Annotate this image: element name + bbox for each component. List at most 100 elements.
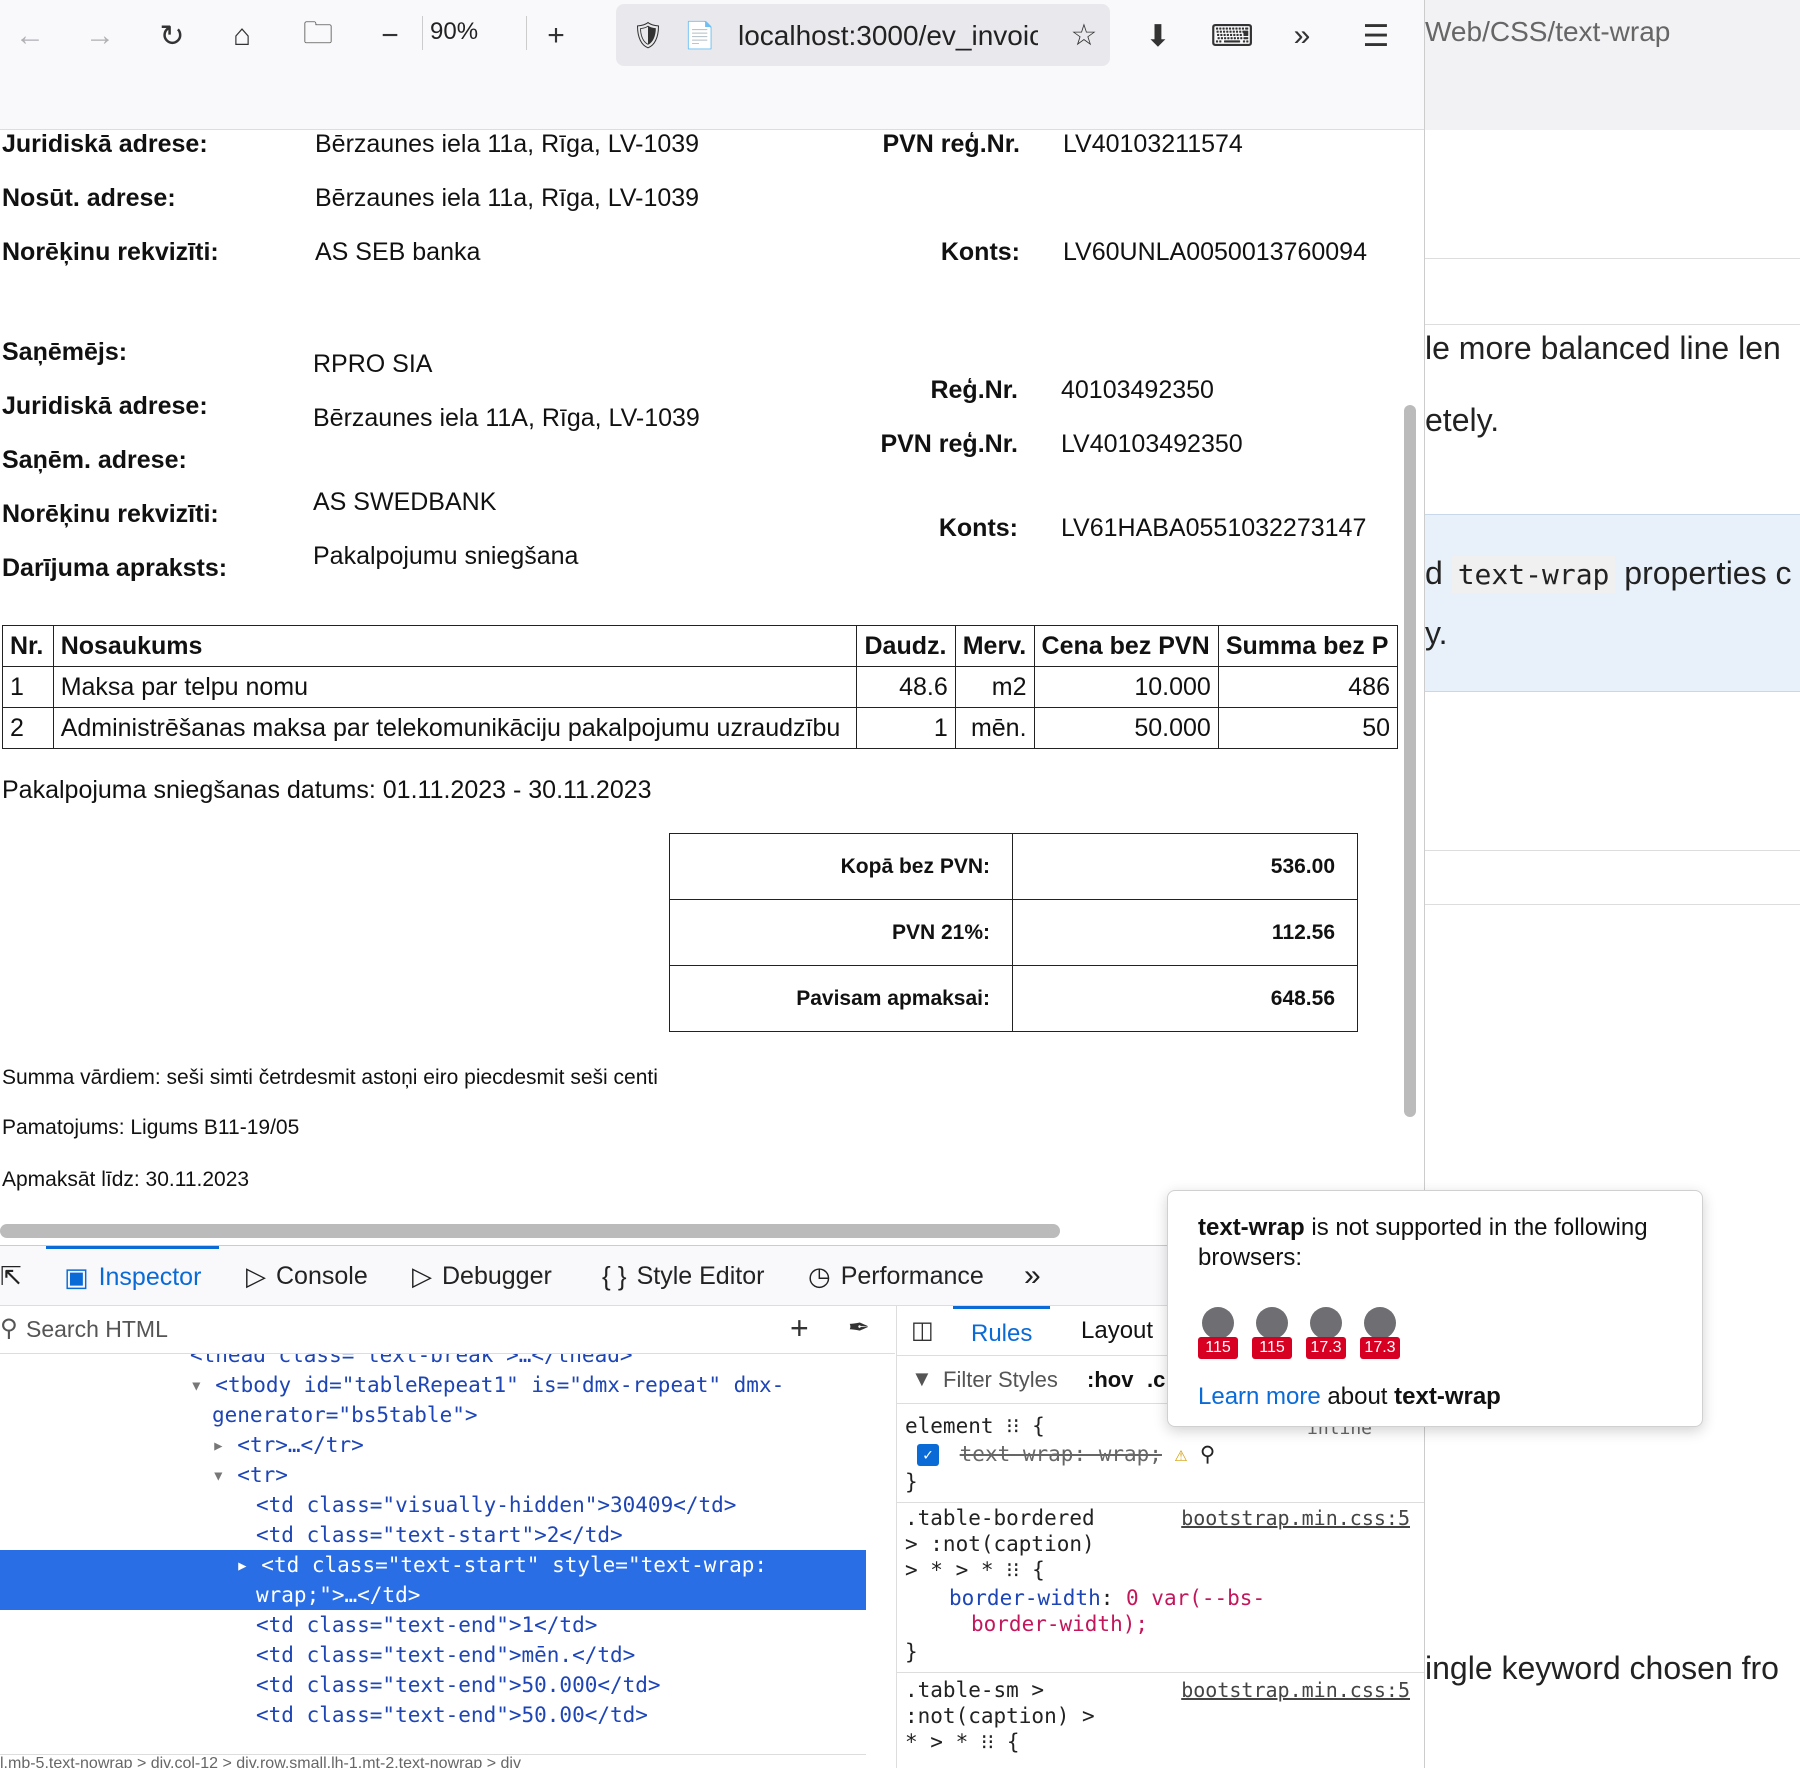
sender-legal-address-label: Juridiskā adrese: [2, 130, 208, 158]
totals-table: Kopā bez PVN: 536.00 PVN 21%: 112.56 Pav… [669, 833, 1358, 1032]
doc-note-line: d text-wrap properties c [1425, 555, 1791, 593]
rule2-decl: border-width: 0 var(--bs- [949, 1586, 1266, 1610]
more-tabs-icon[interactable]: » [1024, 1246, 1041, 1306]
zoom-level[interactable]: 90% [430, 18, 478, 46]
markup-node-td-selected[interactable]: ▸ <td class="text-start" style="text-wra… [0, 1550, 866, 1610]
rule-element-decl: ✓ text-wrap: wrap; ⚠ ⚲ [917, 1442, 1215, 1466]
zoom-in-button[interactable]: + [534, 14, 578, 58]
bookmark-star-icon[interactable]: ☆ [1064, 13, 1104, 57]
doc-note-line-2: y. [1425, 615, 1448, 651]
sender-ship-address-label: Nosūt. adrese: [2, 184, 176, 212]
tab-performance[interactable]: ◷ Performance [808, 1246, 984, 1306]
home-button[interactable]: ⌂ [220, 14, 264, 58]
markup-breadcrumbs[interactable]: l.mb-5.text-nowrap > div.col-12 > div.ro… [0, 1754, 866, 1768]
sidebar-toggle-icon[interactable]: ◫ [911, 1316, 934, 1345]
rule3-selector: .table-sm > [905, 1678, 1045, 1702]
markup-node-tbody[interactable]: ▾ <tbody id="tableRepeat1" is="dmx-repea… [0, 1370, 866, 1400]
basis: Pamatojums: Ligums B11-19/05 [2, 1116, 300, 1139]
cell-qty: 48.6 [856, 666, 956, 708]
sender-account-label: Konts: [940, 238, 1020, 266]
menu-button[interactable]: ☰ [1354, 14, 1398, 58]
lightbulb-icon[interactable]: ⚲ [1200, 1442, 1215, 1466]
filter-styles-input[interactable]: Filter Styles [943, 1367, 1058, 1393]
compatibility-tooltip: text-wrap is not supported in the follow… [1167, 1190, 1703, 1427]
tooltip-prop: text-wrap [1198, 1214, 1305, 1241]
safari-ios-icon: 17.3 [1360, 1307, 1400, 1361]
learn-more-link[interactable]: Learn more [1198, 1383, 1321, 1410]
url-bar[interactable]: 🛡 📄 localhost:3000/ev_invoic ☆ [616, 4, 1110, 66]
filter-icon: ▼ [911, 1366, 933, 1391]
markup-node-td[interactable]: <td class="text-start">2</td> [0, 1520, 866, 1550]
markup-node-tr[interactable]: ▸ <tr>…</tr> [0, 1430, 866, 1460]
total-value: 536.00 [1012, 833, 1358, 900]
markup-node-tr-open[interactable]: ▾ <tr> [0, 1460, 866, 1490]
tab-debugger[interactable]: ▷ Debugger [412, 1246, 552, 1306]
tab-inspector[interactable]: ▣ Inspector [46, 1246, 220, 1306]
element-picker-icon[interactable]: ⇱ [0, 1246, 40, 1306]
total-value: 112.56 [1012, 899, 1358, 966]
save-to-pocket-button[interactable]: 🗀 [296, 14, 340, 58]
browser-toolbar: ← → ↻ ⌂ 🗀 − 90% + 🛡 📄 localhost:3000/ev_… [0, 0, 1424, 130]
extensions-button[interactable]: ⌨ [1210, 14, 1254, 58]
html-search-bar: ⚲ Search HTML + ✒ [0, 1306, 895, 1354]
page-info-icon[interactable]: 📄 [680, 13, 720, 57]
vertical-scrollbar[interactable] [1404, 405, 1416, 1117]
browser-version: 17.3 [1360, 1337, 1400, 1359]
rule2-source-link[interactable]: bootstrap.min.css:5 [1181, 1506, 1410, 1530]
markup-node-td[interactable]: <td class="text-end">mēn.</td> [0, 1640, 866, 1670]
invoice-page: Juridiskā adrese: Bērzaunes iela 11a, Rī… [0, 130, 1398, 1220]
cls-toggle[interactable]: .c [1147, 1367, 1165, 1393]
markup-node-td[interactable]: <td class="visually-hidden">30409</td> [0, 1490, 866, 1520]
cell-nr: 1 [2, 666, 54, 708]
downloads-button[interactable]: ⬇ [1136, 14, 1180, 58]
horizontal-scrollbar[interactable] [0, 1224, 1060, 1238]
tracking-protection-icon[interactable]: 🛡 [628, 13, 668, 57]
hov-toggle[interactable]: :hov [1087, 1367, 1133, 1393]
rule2-val-2: border-width); [971, 1612, 1149, 1636]
markup-node-tbody-cont[interactable]: generator="bs5table"> [0, 1400, 866, 1430]
rule3-selector-2: :not(caption) > [905, 1704, 1095, 1728]
markup-node-td[interactable]: <td class="text-end">50.00</td> [0, 1700, 866, 1730]
zoom-out-button[interactable]: − [368, 14, 412, 58]
markup-node-td[interactable]: <td class="text-end">50.000</td> [0, 1670, 866, 1700]
background-doc-toolbar: Web/CSS/text-wrap [1425, 0, 1800, 130]
back-button[interactable]: ← [8, 14, 52, 58]
markup-node-text: <tbody id="tableRepeat1" is="dmx-repeat"… [215, 1373, 785, 1397]
cell-sum: 50 [1217, 707, 1398, 749]
warning-icon[interactable]: ⚠ [1175, 1442, 1188, 1466]
markup-node-text: <tr> [237, 1463, 288, 1487]
table-header-row: Nr. Nosaukums Daudz. Merv. Cena bez PVN … [2, 625, 1398, 667]
url-text[interactable]: localhost:3000/ev_invoic [738, 20, 1038, 52]
add-node-button[interactable]: + [790, 1310, 809, 1347]
rule2-selector-3: > * > * ⁝⁝ { [905, 1558, 1045, 1582]
rule3-source-link[interactable]: bootstrap.min.css:5 [1181, 1678, 1410, 1702]
browser-version: 115 [1198, 1337, 1238, 1359]
cell-unit: m2 [954, 666, 1035, 708]
markup-node-thead[interactable]: <thead class="text-break">…</thead> [0, 1354, 866, 1370]
more-tools-button[interactable]: » [1280, 14, 1324, 58]
sender-ship-address: Bērzaunes iela 11a, Rīga, LV-1039 [315, 184, 700, 212]
background-doc-window: Web/CSS/text-wrap le more balanced line … [1424, 0, 1800, 1768]
cell-qty: 1 [856, 707, 956, 749]
search-html-input[interactable]: Search HTML [26, 1316, 168, 1343]
tab-console[interactable]: ▷ Console [246, 1246, 368, 1306]
col-header-sum: Summa bez P [1217, 625, 1398, 667]
firefox-android-icon: 115 [1252, 1307, 1292, 1361]
tab-rules[interactable]: Rules [953, 1306, 1051, 1356]
declaration-text: text-wrap: wrap; [959, 1442, 1162, 1466]
safari-icon: 17.3 [1306, 1307, 1346, 1361]
eyedropper-icon[interactable]: ✒ [848, 1312, 870, 1343]
col-header-nr: Nr. [2, 625, 54, 667]
markup-node-td[interactable]: <td class="text-end">1</td> [0, 1610, 866, 1640]
markup-node-text: <td class="text-end">50.00</td> [256, 1703, 648, 1727]
tab-layout[interactable]: Layout [1081, 1306, 1153, 1356]
tab-style-editor[interactable]: { } Style Editor [602, 1246, 764, 1306]
doc-text-line: le more balanced line len [1425, 330, 1781, 366]
receiver-reg-label: Reģ.Nr. [930, 376, 1018, 404]
firefox-icon: 115 [1198, 1307, 1238, 1361]
forward-button[interactable]: → [78, 14, 122, 58]
reload-button[interactable]: ↻ [150, 14, 194, 58]
background-doc-url[interactable]: Web/CSS/text-wrap [1425, 16, 1670, 48]
declaration-checkbox[interactable]: ✓ [917, 1444, 939, 1466]
tab-console-label: Console [276, 1261, 368, 1290]
